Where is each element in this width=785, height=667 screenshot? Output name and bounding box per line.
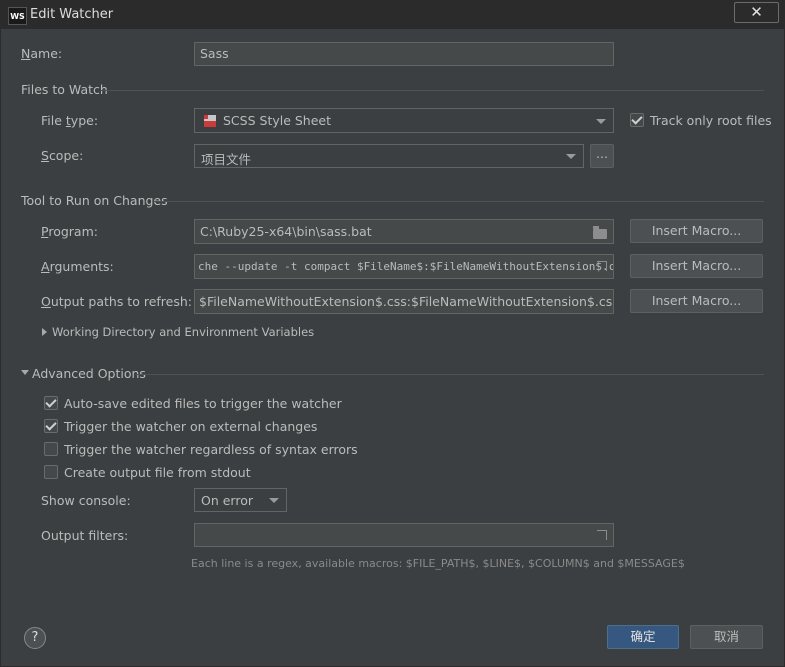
file-type-label: File type: <box>41 113 99 128</box>
webstorm-app-icon: WS <box>8 7 27 25</box>
chevron-down-icon <box>566 154 576 159</box>
file-type-value: SCSS Style Sheet <box>223 113 332 128</box>
files-to-watch-separator <box>101 90 764 91</box>
cancel-button[interactable]: 取消 <box>690 625 763 649</box>
name-input[interactable]: Sass <box>194 42 614 66</box>
name-label-text: ame: <box>30 46 63 61</box>
program-label: Program: <box>41 224 98 239</box>
arguments-label: Arguments: <box>41 259 114 274</box>
track-root-label: Track only root files <box>650 113 772 128</box>
scss-file-icon <box>204 115 216 127</box>
working-directory-toggle[interactable]: Working Directory and Environment Variab… <box>52 325 314 339</box>
name-label: Name: <box>21 46 63 61</box>
insert-macro-arguments-button[interactable]: Insert Macro... <box>630 254 763 278</box>
syntax-errors-label: Trigger the watcher regardless of syntax… <box>64 442 358 457</box>
folder-icon[interactable] <box>593 226 607 239</box>
advanced-options-heading[interactable]: Advanced Options <box>32 366 146 381</box>
show-console-value: On error <box>201 493 253 508</box>
external-changes-checkbox[interactable] <box>44 419 58 433</box>
output-filters-hint: Each line is a regex, available macros: … <box>191 557 685 570</box>
show-console-dropdown[interactable]: On error <box>194 488 287 512</box>
arguments-value: che --update -t compact $FileName$:$File… <box>198 260 614 273</box>
chevron-right-icon[interactable] <box>42 328 47 336</box>
output-paths-input[interactable]: $FileNameWithoutExtension$.css:$FileName… <box>194 289 614 314</box>
expand-icon[interactable] <box>597 261 607 271</box>
stdout-label: Create output file from stdout <box>64 465 251 480</box>
auto-save-checkbox[interactable] <box>44 396 58 410</box>
chevron-down-icon <box>596 118 606 124</box>
stdout-checkbox[interactable] <box>44 465 58 479</box>
scope-label: Scope: <box>41 148 84 163</box>
chevron-down-icon[interactable] <box>21 370 29 375</box>
program-value: C:\Ruby25-x64\bin\sass.bat <box>200 224 372 239</box>
ok-button[interactable]: 确定 <box>607 625 679 649</box>
program-input[interactable]: C:\Ruby25-x64\bin\sass.bat <box>194 219 614 244</box>
scope-dropdown[interactable]: 项目文件 <box>194 144 584 168</box>
output-filters-label: Output filters: <box>41 528 129 543</box>
scope-browse-button[interactable]: ... <box>590 144 614 168</box>
window-title: Edit Watcher <box>30 7 114 22</box>
track-root-checkbox[interactable] <box>630 113 644 127</box>
auto-save-label: Auto-save edited files to trigger the wa… <box>64 396 342 411</box>
tool-separator <box>154 201 764 202</box>
external-changes-label: Trigger the watcher on external changes <box>64 419 318 434</box>
output-filters-input[interactable] <box>194 523 614 547</box>
syntax-errors-checkbox[interactable] <box>44 442 58 456</box>
scope-value: 项目文件 <box>201 152 252 167</box>
close-button[interactable]: ✕ <box>734 2 779 23</box>
advanced-separator <box>135 374 764 375</box>
tool-heading: Tool to Run on Changes <box>21 193 168 208</box>
chevron-down-icon <box>269 498 279 503</box>
show-console-label: Show console: <box>41 493 131 508</box>
help-button[interactable]: ? <box>24 627 46 649</box>
output-paths-label: Output paths to refresh: <box>41 294 192 309</box>
title-bar: WS Edit Watcher ✕ <box>1 1 784 29</box>
arguments-input[interactable]: che --update -t compact $FileName$:$File… <box>194 254 614 279</box>
edit-watcher-dialog: WS Edit Watcher ✕ Name: Sass Files to Wa… <box>0 0 785 667</box>
file-type-dropdown[interactable]: SCSS Style Sheet <box>194 108 614 133</box>
files-to-watch-heading: Files to Watch <box>21 82 108 97</box>
insert-macro-program-button[interactable]: Insert Macro... <box>630 219 763 243</box>
expand-icon[interactable] <box>597 530 607 540</box>
insert-macro-output-button[interactable]: Insert Macro... <box>630 289 763 313</box>
